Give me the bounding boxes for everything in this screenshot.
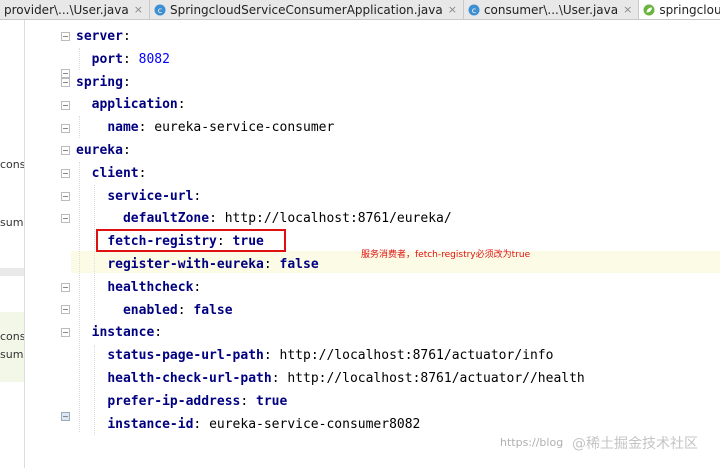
yaml-key: status-page-url-path — [107, 348, 264, 364]
yaml-key: client — [91, 165, 139, 181]
project-panel: cons sum cons sum — [0, 20, 25, 468]
fold-close-icon[interactable] — [61, 412, 70, 421]
yaml-value: false — [193, 302, 233, 318]
fold-open-icon[interactable] — [61, 169, 70, 178]
fold-open-icon[interactable] — [61, 78, 70, 87]
code-line: application: — [91, 97, 186, 113]
tab-provider-user-java[interactable]: provider\...\User.java × — [0, 0, 150, 19]
code-line: eureka: — [76, 142, 131, 158]
yaml-value: http://localhost:8761/actuator/info — [279, 348, 554, 364]
yaml-value: eureka-service-consumer — [154, 120, 335, 136]
yaml-value: http://localhost:8761/eureka/ — [224, 211, 452, 227]
code-line: defaultZone: http://localhost:8761/eurek… — [122, 211, 452, 227]
yaml-key: instance-id — [107, 416, 194, 432]
fold-open-icon[interactable] — [61, 192, 70, 201]
yaml-key: register-with-eureka — [107, 256, 264, 272]
spring-leaf-icon — [643, 4, 655, 15]
panel-item-text[interactable]: sum — [0, 216, 23, 229]
yaml-key: enabled — [122, 302, 178, 318]
tab-label: consumer\...\User.java — [483, 2, 619, 17]
code-line: server: — [76, 29, 131, 44]
code-line: instance: — [91, 325, 163, 341]
fold-close-icon[interactable] — [61, 124, 70, 133]
svg-text:c: c — [472, 6, 476, 15]
code-line: spring: — [76, 74, 131, 90]
watermark-url: https://blog — [500, 436, 564, 449]
close-icon[interactable]: × — [623, 3, 632, 16]
panel-item-text[interactable]: cons — [0, 330, 24, 343]
tab-consumer-application-java[interactable]: c SpringcloudServiceConsumerApplication.… — [150, 0, 464, 19]
fold-open-icon[interactable] — [61, 146, 70, 155]
panel-item-text[interactable]: sum — [0, 348, 23, 361]
yaml-value: false — [279, 256, 319, 272]
code-line: healthcheck: — [107, 279, 202, 295]
code-line: port: 8082 — [91, 51, 170, 67]
java-class-icon: c — [154, 4, 166, 15]
panel-item-text[interactable]: cons — [0, 158, 24, 171]
svg-text:c: c — [158, 6, 162, 15]
tab-springcloud-service-yml[interactable]: springcloud-service — [639, 0, 720, 19]
panel-selection — [0, 312, 24, 382]
panel-divider — [0, 268, 24, 276]
watermark-brand: @稀土掘金技术社区 — [572, 433, 698, 453]
tab-label: springcloud-service — [659, 2, 720, 17]
annotation-box — [96, 229, 286, 252]
close-icon[interactable]: × — [134, 3, 143, 16]
close-icon[interactable]: × — [448, 3, 457, 16]
editor-tab-bar: provider\...\User.java × c SpringcloudSe… — [0, 0, 720, 20]
yaml-value: http://localhost:8761/actuator//health — [287, 370, 585, 386]
fold-open-icon[interactable] — [61, 283, 70, 292]
yaml-value: 8082 — [138, 51, 170, 67]
fold-close-icon[interactable] — [61, 305, 70, 314]
yaml-key: spring — [76, 74, 123, 90]
yaml-key: eureka — [76, 142, 123, 158]
tab-label: SpringcloudServiceConsumerApplication.ja… — [169, 2, 443, 17]
code-line: instance-id: eureka-service-consumer8082 — [107, 416, 421, 432]
yaml-key: healthcheck — [107, 279, 194, 295]
yaml-key: application — [91, 97, 178, 113]
fold-close-icon[interactable] — [61, 69, 70, 78]
code-line: service-url: — [107, 188, 202, 204]
fold-open-icon[interactable] — [61, 101, 70, 110]
code-line: name: eureka-service-consumer — [107, 120, 335, 136]
yaml-key: name — [107, 120, 139, 136]
annotation-note: 服务消费者，fetch-registry必须改为true — [361, 250, 531, 260]
yaml-key: service-url — [107, 188, 194, 204]
tab-consumer-user-java[interactable]: c consumer\...\User.java × — [464, 0, 640, 19]
yaml-key: instance — [91, 325, 155, 341]
yaml-value: true — [256, 393, 288, 409]
fold-open-icon[interactable] — [61, 32, 70, 41]
code-line: client: — [91, 165, 147, 181]
code-line: enabled: false — [122, 302, 233, 318]
code-line: prefer-ip-address: true — [107, 393, 288, 409]
yaml-key: prefer-ip-address — [107, 393, 241, 409]
yaml-key: defaultZone — [122, 211, 210, 227]
tab-label: provider\...\User.java — [4, 2, 129, 17]
code-line: status-page-url-path: http://localhost:8… — [107, 348, 554, 364]
yaml-key: server — [76, 29, 123, 44]
editor-gutter — [25, 20, 71, 468]
code-line: health-check-url-path: http://localhost:… — [107, 370, 585, 386]
yaml-key: health-check-url-path — [107, 370, 272, 386]
yaml-key: port — [91, 51, 123, 67]
java-class-icon: c — [468, 4, 480, 15]
fold-open-icon[interactable] — [61, 328, 70, 337]
yaml-value: eureka-service-consumer8082 — [209, 416, 421, 432]
fold-close-icon[interactable] — [61, 214, 70, 223]
